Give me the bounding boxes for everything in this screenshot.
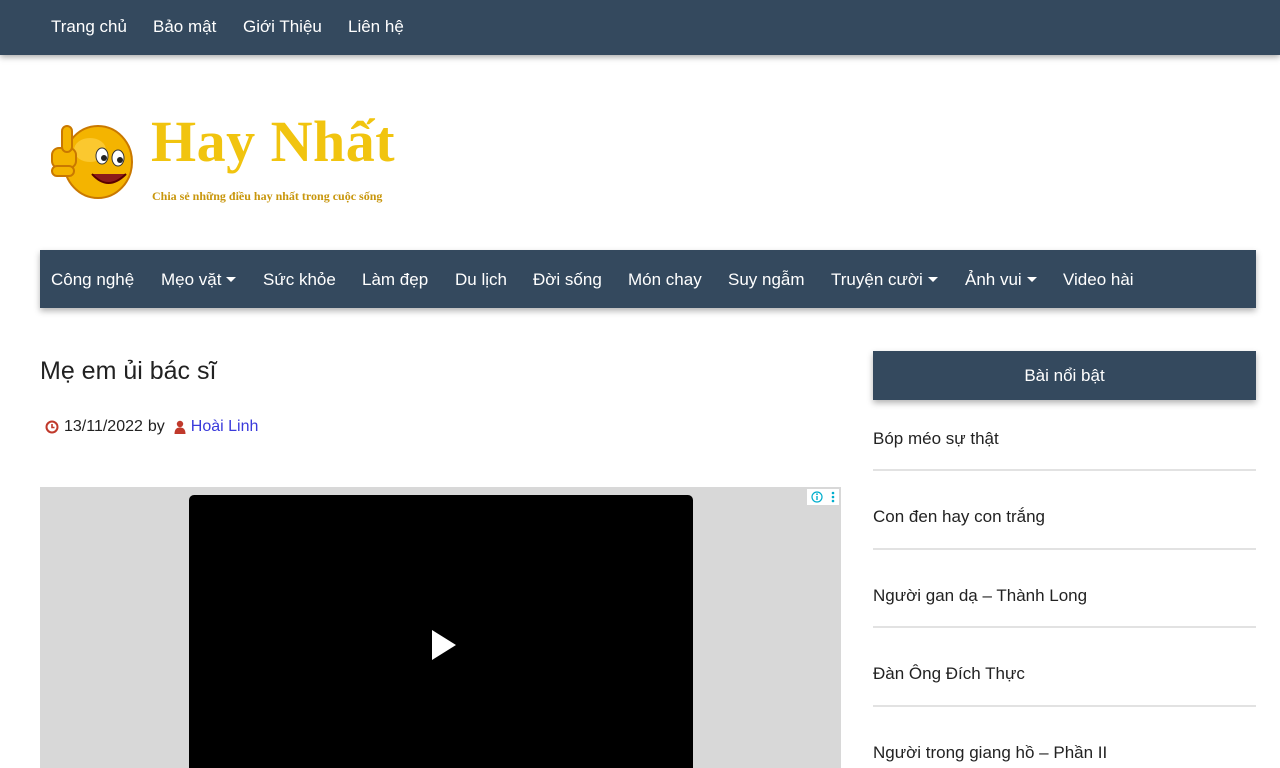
- sidebar-post-link[interactable]: Bóp méo sự thật: [873, 429, 1256, 449]
- post-date: 13/11/2022: [64, 418, 143, 435]
- top-menu-home[interactable]: Trang chủ: [51, 17, 127, 37]
- divider: [873, 548, 1256, 550]
- clock-icon: [45, 420, 59, 434]
- caret-down-icon: [1026, 277, 1037, 282]
- top-menu-contact[interactable]: Liên hệ: [348, 17, 404, 37]
- site-logo[interactable]: Hay Nhất Chia sẻ những điều hay nhất tro…: [48, 108, 448, 213]
- sidebar-post-link[interactable]: Con đen hay con trắng: [873, 507, 1256, 527]
- more-options-icon[interactable]: [831, 491, 835, 503]
- main-menu-funny-images[interactable]: Ảnh vui: [965, 270, 1037, 290]
- ad-container: [40, 487, 841, 768]
- main-menu-label: Sức khỏe: [263, 270, 336, 289]
- post-title: Mẹ em ủi bác sĩ: [40, 357, 217, 385]
- main-menu-label: Mẹo vặt: [161, 270, 222, 289]
- video-player[interactable]: [189, 495, 693, 768]
- post-by-label: by: [147, 418, 165, 435]
- main-menu-funny-videos[interactable]: Video hài: [1063, 270, 1134, 290]
- logo-title: Hay Nhất: [151, 109, 396, 174]
- user-icon: [174, 420, 186, 434]
- main-menu-jokes[interactable]: Truyện cười: [831, 270, 938, 290]
- main-menu-label: Video hài: [1063, 270, 1134, 289]
- main-menu-label: Làm đẹp: [362, 270, 429, 289]
- main-menu-vegetarian[interactable]: Món chay: [628, 270, 702, 290]
- main-menu-technology[interactable]: Công nghệ: [51, 270, 134, 290]
- main-menu-label: Món chay: [628, 270, 702, 289]
- adchoices-info-icon[interactable]: [811, 491, 823, 503]
- main-menu-bar: Công nghệ Mẹo vặt Sức khỏe Làm đẹp Du lị…: [40, 250, 1256, 308]
- logo-tagline: Chia sẻ những điều hay nhất trong cuộc s…: [152, 189, 383, 203]
- post-author-link[interactable]: Hoài Linh: [191, 418, 259, 436]
- sidebar-post-link[interactable]: Người trong giang hồ – Phần II: [873, 743, 1256, 763]
- main-menu-travel[interactable]: Du lịch: [455, 270, 507, 290]
- sidebar-post-link[interactable]: Đàn Ông Đích Thực: [873, 664, 1256, 684]
- divider: [873, 705, 1256, 707]
- caret-down-icon: [226, 277, 237, 282]
- main-menu-life[interactable]: Đời sống: [533, 270, 602, 290]
- main-menu-label: Công nghệ: [51, 270, 135, 289]
- main-menu-label: Du lịch: [455, 270, 507, 289]
- caret-down-icon: [927, 277, 938, 282]
- divider: [873, 469, 1256, 471]
- divider: [873, 626, 1256, 628]
- main-menu-beauty[interactable]: Làm đẹp: [362, 270, 428, 290]
- play-icon[interactable]: [432, 630, 456, 660]
- sidebar-post-link[interactable]: Người gan dạ – Thành Long: [873, 586, 1256, 606]
- post-meta: 13/11/2022 by Hoài Linh: [45, 418, 258, 436]
- adchoices-badge[interactable]: [807, 489, 839, 505]
- thumbs-up-smiley-icon: [51, 125, 133, 199]
- main-menu-reflection[interactable]: Suy ngẫm: [728, 270, 805, 290]
- main-menu-label: Truyện cười: [831, 270, 923, 289]
- main-menu-health[interactable]: Sức khỏe: [263, 270, 336, 290]
- top-menu-about[interactable]: Giới Thiệu: [243, 17, 322, 37]
- main-menu-label: Ảnh vui: [965, 270, 1022, 289]
- sidebar-heading: Bài nổi bật: [873, 351, 1256, 400]
- main-menu-label: Suy ngẫm: [728, 270, 805, 289]
- main-menu-tips[interactable]: Mẹo vặt: [161, 270, 237, 290]
- top-menu-bar: Trang chủ Bảo mật Giới Thiệu Liên hệ: [0, 0, 1280, 55]
- main-menu-label: Đời sống: [533, 270, 602, 289]
- top-menu-security[interactable]: Bảo mật: [153, 17, 216, 37]
